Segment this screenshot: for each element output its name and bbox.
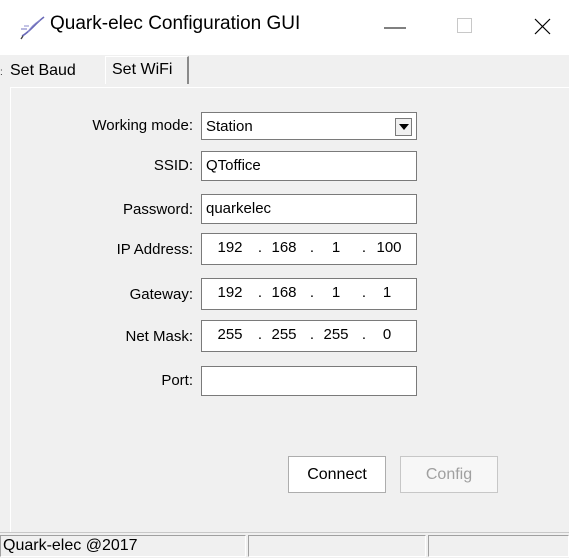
status-cell-empty [248,535,426,557]
status-text: Quark-elec @2017 [0,535,246,557]
minimize-icon [384,27,406,29]
ssid-input[interactable]: QToffice [201,151,417,181]
ip-address-label: IP Address: [116,241,193,258]
octet-separator: . [309,284,315,301]
status-bar: Quark-elec @2017 [0,532,569,558]
gateway-label: Gateway: [129,286,193,303]
tab-set-wifi[interactable]: Set WiFi [105,56,189,84]
ip-octet: 255 [323,326,349,343]
tab-label: Set WiFi [112,61,173,78]
octet-separator: . [361,239,367,256]
minimize-button[interactable] [367,0,427,55]
close-button[interactable] [509,0,569,55]
tab-label: Set Baud [10,62,76,79]
net-mask-input[interactable]: 255 . 255 . 255 . 0 [201,320,417,352]
octet-separator: . [257,239,263,256]
octet-separator: . [257,326,263,343]
chevron-down-icon [399,124,409,130]
app-window: Quark-elec Configuration GUI : Set Baud … [0,0,569,558]
ip-octet: 168 [271,239,297,256]
password-value: quarkelec [206,200,272,217]
port-label: Port: [161,372,193,389]
working-mode-label: Working mode: [92,117,193,134]
ip-octet: 192 [217,239,243,256]
config-button[interactable]: Config [400,456,498,493]
password-label: Password: [122,201,193,218]
working-mode-select[interactable]: Station [201,112,417,140]
ssid-value: QToffice [206,157,261,174]
ssid-label: SSID: [153,157,193,174]
tab-set-baud[interactable]: Set Baud [4,59,110,83]
gateway-input[interactable]: 192 . 168 . 1 . 1 [201,278,417,310]
title-bar[interactable]: Quark-elec Configuration GUI [0,0,569,55]
connect-button[interactable]: Connect [288,456,386,493]
dropdown-arrow-button[interactable] [395,118,412,136]
octet-separator: . [309,239,315,256]
tab-scroll-marker: : [0,67,3,78]
ip-octet: 0 [382,326,392,343]
ip-octet: 1 [382,284,392,301]
octet-separator: . [257,284,263,301]
feather-pen-icon [20,14,46,40]
status-cell-empty [428,535,569,557]
ip-octet: 100 [376,239,402,256]
ip-octet: 192 [217,284,243,301]
ip-octet: 1 [331,284,341,301]
maximize-button[interactable] [437,0,497,55]
close-icon [534,18,551,35]
password-input[interactable]: quarkelec [201,194,417,224]
ip-octet: 168 [271,284,297,301]
ip-address-input[interactable]: 192 . 168 . 1 . 100 [201,233,417,265]
ip-octet: 255 [271,326,297,343]
maximize-icon [457,18,472,33]
working-mode-value: Station [206,118,253,135]
port-input[interactable] [201,366,417,396]
net-mask-label: Net Mask: [125,328,193,345]
window-title: Quark-elec Configuration GUI [50,13,301,34]
tab-strip: : Set Baud Set WiFi [0,55,569,87]
octet-separator: . [309,326,315,343]
ip-octet: 255 [217,326,243,343]
ip-octet: 1 [331,239,341,256]
